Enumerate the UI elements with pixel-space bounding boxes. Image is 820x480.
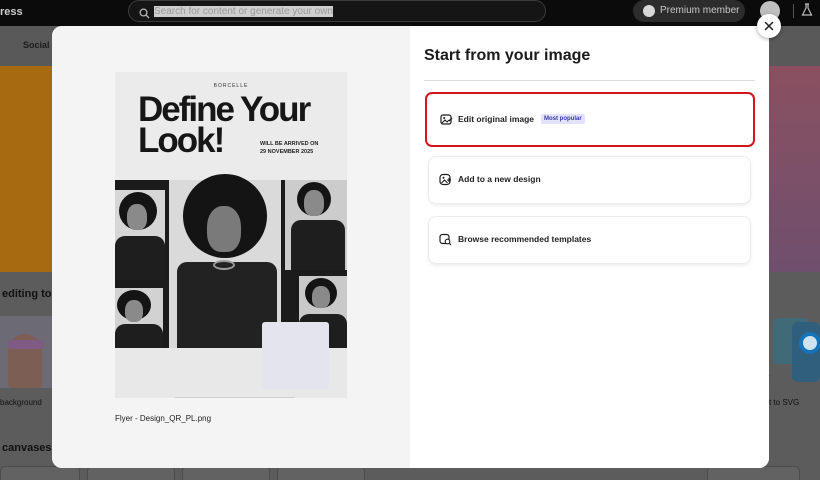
close-dialog-button[interactable] [757,14,781,38]
collage-photo [115,288,163,348]
top-bar: ress Search for content or generate your… [0,0,820,26]
canvas-card[interactable] [87,466,175,480]
tool-thumbnail-remove-background[interactable] [0,316,52,388]
search-icon [139,6,150,24]
flyer-footer-line [175,397,295,398]
search-input[interactable]: Search for content or generate your own [128,0,546,22]
premium-member-button[interactable]: Premium member [633,0,745,22]
option-add-to-new-design[interactable]: Add to a new design [429,157,750,203]
flyer-preview-image: BORCELLE Define Your Look! WILL BE ARRIV… [115,72,347,398]
options-pane: Start from your image Edit original imag… [410,26,769,468]
collage-photo [115,190,165,280]
canvas-cards-row [0,466,820,480]
dialog-title: Start from your image [424,47,591,64]
canvas-card[interactable] [182,466,270,480]
option-label: Browse recommended templates [458,234,592,244]
option-label: Add to a new design [458,174,541,184]
beaker-icon[interactable] [801,3,813,22]
canvas-card[interactable] [707,466,800,480]
canvas-card[interactable] [277,466,365,480]
flyer-date: WILL BE ARRIVED ON 29 NOVEMBER 2025 [260,140,340,156]
section-title-editing-tools: editing too [2,288,59,300]
divider [793,4,794,18]
template-search-icon [439,233,452,246]
tool-thumbnail-convert-svg[interactable] [792,322,820,382]
flyer-date-line-2: 29 NOVEMBER 2025 [260,149,314,155]
app-brand: ress [0,6,23,18]
collage-photo [285,180,347,270]
crown-icon [643,5,655,17]
new-design-icon [439,173,452,186]
image-filename: Flyer - Design_QR_PL.png [115,414,212,423]
flyer-date-line-1: WILL BE ARRIVED ON [260,141,319,147]
flyer-brand: BORCELLE [213,83,249,89]
section-title-canvases: canvases [2,442,52,454]
qr-code-placeholder [262,322,329,389]
canvas-card[interactable] [0,466,80,480]
tool-caption-background: background [0,398,42,407]
search-placeholder: Search for content or generate your own [154,6,333,17]
option-label: Edit original image [458,114,535,124]
glasses-shape [8,340,44,349]
hero-banner-right [769,66,820,272]
premium-label: Premium member [660,5,740,16]
title-divider [424,80,755,81]
tool-caption-svg: t to SVG [769,398,800,407]
most-popular-badge: Most popular [541,114,585,124]
start-from-image-dialog: BORCELLE Define Your Look! WILL BE ARRIV… [52,26,769,468]
svg-ring-icon [799,332,820,354]
image-preview-pane: BORCELLE Define Your Look! WILL BE ARRIV… [52,26,410,468]
edit-image-icon [440,113,453,126]
hero-banner-left [0,66,52,272]
close-icon [764,21,774,31]
option-browse-recommended-templates[interactable]: Browse recommended templates [429,217,750,263]
option-edit-original-image[interactable]: Edit original image Most popular [425,92,755,147]
